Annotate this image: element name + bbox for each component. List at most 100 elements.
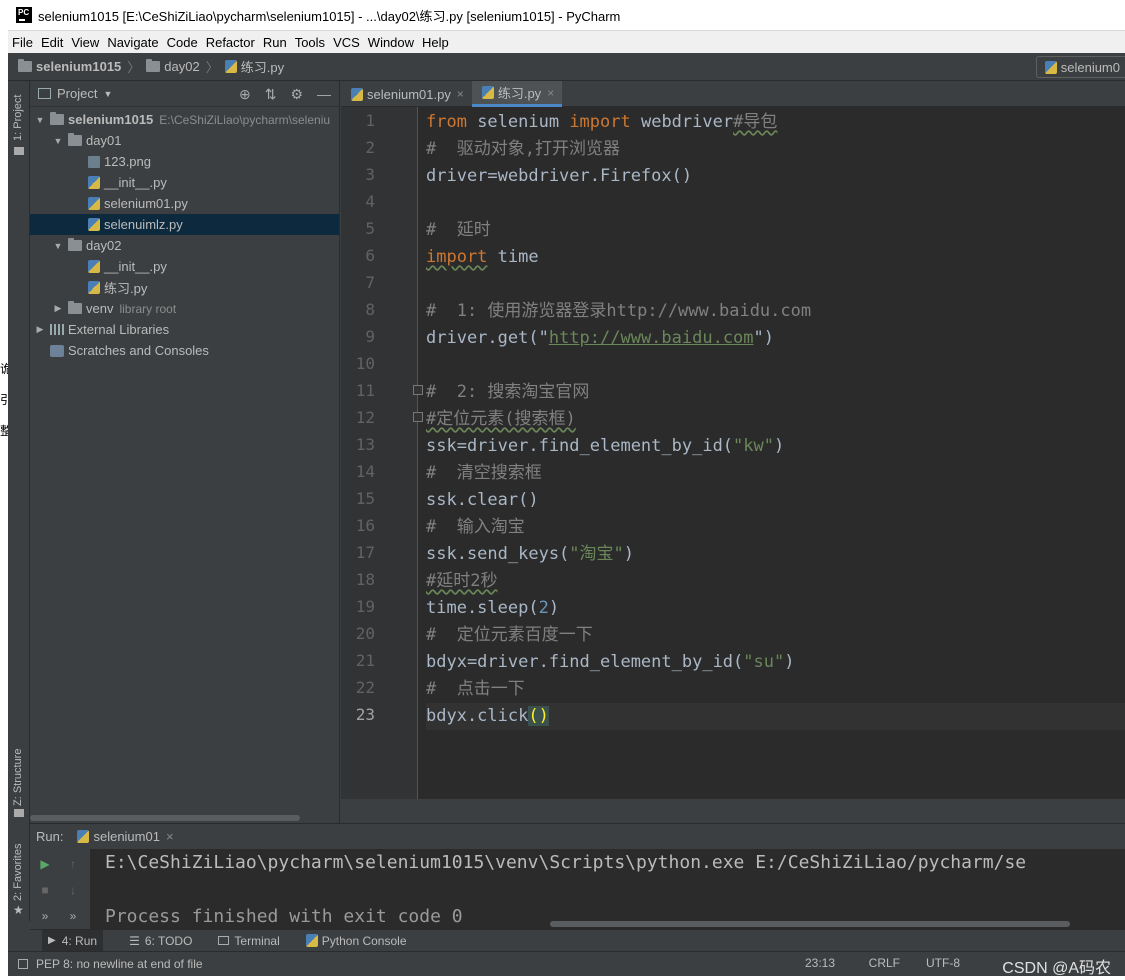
stop-icon[interactable]: ■ bbox=[38, 883, 52, 897]
close-icon[interactable]: × bbox=[547, 86, 554, 100]
tree-item-scratches[interactable]: Scratches and Consoles bbox=[30, 340, 339, 361]
fold-marker-icon[interactable] bbox=[413, 385, 423, 395]
line-number: 1 bbox=[365, 111, 375, 130]
project-panel: Project ▼ ⊕ ⇅ ⚙ — ▼ selenium1015 E:\CeShiZ… bbox=[30, 81, 340, 823]
project-view-selector[interactable]: Project bbox=[57, 86, 97, 101]
menu-help[interactable]: Help bbox=[422, 35, 449, 50]
menu-edit[interactable]: Edit bbox=[41, 35, 63, 50]
run-console[interactable]: E:\CeShiZiLiao\pycharm\selenium1015\venv… bbox=[90, 849, 1125, 929]
line-number: 2 bbox=[365, 138, 375, 157]
caret-position[interactable]: 23:13 bbox=[805, 956, 835, 970]
python-file-icon bbox=[88, 260, 100, 273]
menu-vcs[interactable]: VCS bbox=[333, 35, 360, 50]
tree-item-file[interactable]: __init__.py bbox=[30, 172, 339, 193]
tab-lianxi[interactable]: 练习.py × bbox=[471, 81, 563, 107]
tree-item-file[interactable]: selenium01.py bbox=[30, 193, 339, 214]
run-panel-header: Run: selenium01 × bbox=[30, 823, 1125, 849]
python-file-icon bbox=[351, 87, 363, 101]
folder-icon bbox=[18, 59, 32, 72]
terminal-icon bbox=[218, 936, 230, 945]
navigation-bar: selenium1015 〉 day02 〉 练习.py selenium0 bbox=[8, 53, 1125, 81]
menu-navigate[interactable]: Navigate bbox=[107, 35, 158, 50]
left-tool-strip: 1: Project Z: Structure 2: Favorites ★ bbox=[8, 81, 30, 921]
tree-item-file-selected[interactable]: selenuimlz.py bbox=[30, 214, 339, 235]
expand-arrow-icon[interactable]: ▼ bbox=[52, 136, 64, 146]
watermark: CSDN @A码农 bbox=[1002, 960, 1111, 976]
collapse-arrow-icon[interactable]: ▶ bbox=[34, 324, 46, 335]
code-line: # 2: 搜索淘宝官网 bbox=[426, 382, 590, 402]
folder-icon bbox=[68, 238, 82, 251]
project-panel-header: Project ▼ ⊕ ⇅ ⚙ — bbox=[30, 81, 339, 107]
up-arrow-icon[interactable]: ↑ bbox=[66, 857, 80, 871]
favorites-tool-tab[interactable]: 2: Favorites bbox=[12, 844, 24, 901]
tab-python-console[interactable]: Python Console bbox=[305, 934, 407, 948]
pycharm-logo-icon: PC bbox=[16, 7, 32, 23]
line-number: 8 bbox=[365, 300, 375, 319]
image-file-icon bbox=[88, 155, 100, 168]
gear-icon[interactable]: ⚙ bbox=[290, 86, 303, 103]
locate-icon[interactable]: ⊕ bbox=[239, 86, 251, 103]
menu-view[interactable]: View bbox=[71, 35, 99, 50]
breadcrumb-day02[interactable]: day02 bbox=[146, 59, 200, 74]
python-file-icon bbox=[481, 86, 494, 99]
title-bar: PC selenium1015 [E:\CeShiZiLiao\pycharm\… bbox=[8, 0, 1125, 31]
tree-item-file[interactable]: 练习.py bbox=[30, 277, 339, 298]
tab-terminal[interactable]: Terminal bbox=[218, 934, 280, 948]
minimize-icon[interactable]: — bbox=[317, 86, 331, 103]
tree-item-day02[interactable]: ▼ day02 bbox=[30, 235, 339, 256]
file-encoding[interactable]: UTF-8 bbox=[926, 956, 960, 970]
more-icon[interactable]: » bbox=[38, 909, 52, 923]
menu-run[interactable]: Run bbox=[263, 35, 287, 50]
project-scrollbar[interactable] bbox=[30, 815, 300, 821]
menu-tools[interactable]: Tools bbox=[295, 35, 325, 50]
tree-item-external-libraries[interactable]: ▶ External Libraries bbox=[30, 319, 339, 340]
run-config-tab[interactable]: selenium01 × bbox=[77, 829, 174, 844]
python-file-icon bbox=[1044, 60, 1057, 74]
chevron-down-icon[interactable]: ▼ bbox=[103, 89, 112, 99]
expand-arrow-icon[interactable]: ▼ bbox=[52, 241, 64, 251]
line-number: 3 bbox=[365, 165, 375, 184]
line-separator[interactable]: CRLF bbox=[869, 956, 900, 970]
tab-run[interactable]: ▶ 4: Run bbox=[42, 929, 104, 952]
layout-icon[interactable] bbox=[18, 959, 28, 969]
folder-icon bbox=[50, 112, 64, 125]
collapse-arrow-icon[interactable]: ▶ bbox=[52, 303, 64, 314]
tool-window-bar: ▶ 4: Run ☰ 6: TODO Terminal Python Console bbox=[30, 929, 1125, 952]
line-number: 22 bbox=[355, 678, 375, 697]
breadcrumb-project[interactable]: selenium1015 bbox=[18, 59, 121, 74]
code-line: ssk=driver.find_element_by_id("kw") bbox=[426, 436, 785, 456]
collapse-icon[interactable]: ⇅ bbox=[265, 86, 277, 103]
tree-item-file[interactable]: 123.png bbox=[30, 151, 339, 172]
menu-file[interactable]: File bbox=[12, 35, 33, 50]
tree-item-day01[interactable]: ▼ day01 bbox=[30, 130, 339, 151]
tree-item-venv[interactable]: ▶ venv library root bbox=[30, 298, 339, 319]
more-icon[interactable]: » bbox=[66, 909, 80, 923]
down-arrow-icon[interactable]: ↓ bbox=[66, 883, 80, 897]
code-line: from selenium import webdriver#导包 bbox=[426, 112, 778, 132]
project-tool-icon bbox=[14, 147, 24, 155]
menu-window[interactable]: Window bbox=[368, 35, 414, 50]
tree-item-file[interactable]: __init__.py bbox=[30, 256, 339, 277]
rerun-icon[interactable]: ▶ bbox=[38, 857, 52, 871]
project-tool-tab[interactable]: 1: Project bbox=[12, 95, 24, 141]
run-config-selector[interactable]: selenium0 bbox=[1035, 56, 1125, 78]
breadcrumb-file[interactable]: 练习.py bbox=[224, 57, 284, 76]
structure-tool-tab[interactable]: Z: Structure bbox=[12, 749, 24, 806]
code-line: driver=webdriver.Firefox() bbox=[426, 166, 693, 186]
menu-refactor[interactable]: Refactor bbox=[206, 35, 255, 50]
status-message: PEP 8: no newline at end of file bbox=[36, 957, 203, 971]
fold-marker-icon[interactable] bbox=[413, 412, 423, 422]
console-scrollbar[interactable] bbox=[550, 921, 1070, 927]
expand-arrow-icon[interactable]: ▼ bbox=[34, 115, 46, 125]
tree-item-root[interactable]: ▼ selenium1015 E:\CeShiZiLiao\pycharm\sele… bbox=[30, 109, 339, 130]
line-number: 10 bbox=[355, 354, 375, 373]
close-icon[interactable]: × bbox=[457, 87, 464, 101]
code-editor[interactable]: 1 2 3 4 5 6 7 8 9 10 11 12 13 14 15 16 1… bbox=[341, 107, 1125, 799]
tab-todo[interactable]: ☰ 6: TODO bbox=[129, 934, 192, 948]
line-number: 12 bbox=[355, 408, 375, 427]
tab-selenium01[interactable]: selenium01.py × bbox=[341, 81, 472, 107]
close-icon[interactable]: × bbox=[166, 829, 174, 844]
folder-icon bbox=[68, 301, 82, 314]
scratches-icon bbox=[50, 344, 64, 357]
menu-code[interactable]: Code bbox=[167, 35, 198, 50]
